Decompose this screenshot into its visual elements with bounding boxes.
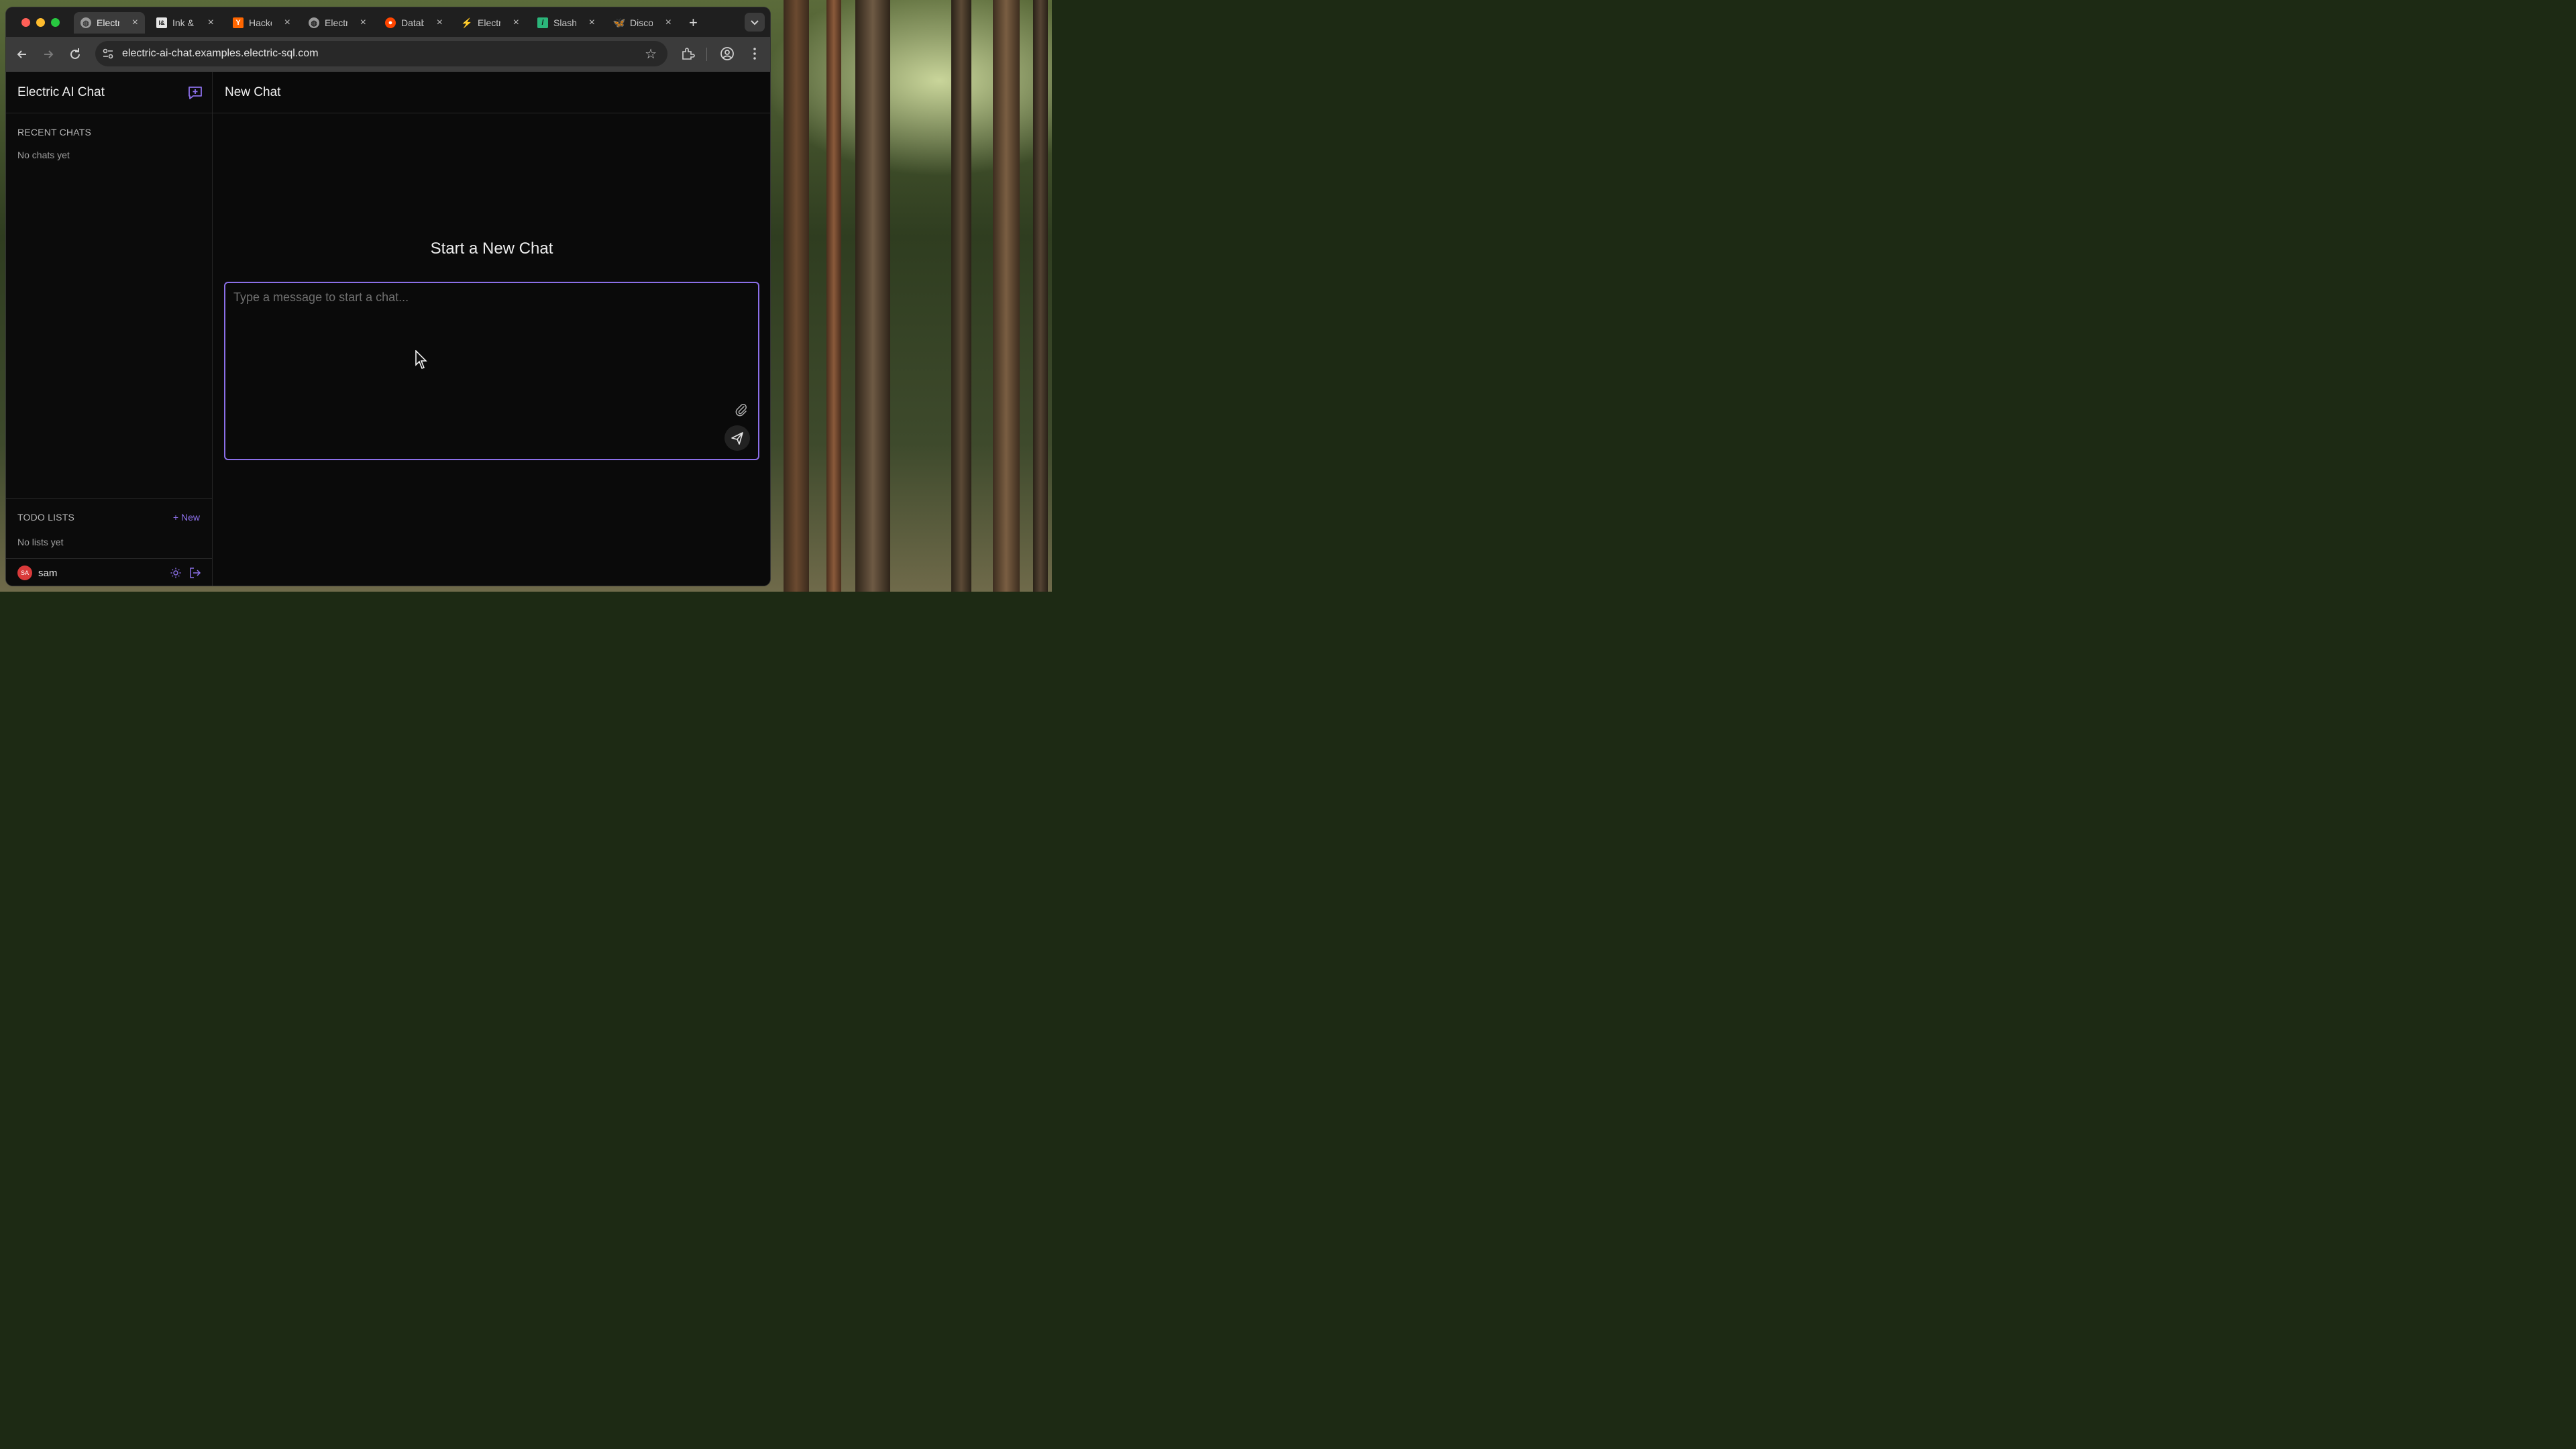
bluesky-icon: 🦋 [612,17,626,29]
close-tab-icon[interactable]: × [513,17,519,29]
reload-icon [70,48,80,59]
tab-title: Datab [401,17,424,28]
close-tab-icon[interactable]: × [208,17,214,29]
send-button[interactable] [724,425,750,451]
chat-app: Electric AI Chat RECENT CHATS No chats y… [6,72,770,586]
tab-title: Electr [478,17,500,28]
tab-bluesky-discover[interactable]: 🦋 Disco × [607,12,678,34]
profile-icon[interactable] [719,46,735,62]
browser-toolbar: electric-ai-chat.examples.electric-sql.c… [6,37,770,72]
close-tab-icon[interactable]: × [132,17,138,29]
ink-and-switch-icon: I& [156,17,167,28]
hacker-news-icon: Y [233,17,244,28]
user-name: sam [38,568,58,579]
mouse-cursor-icon [415,350,427,369]
avatar[interactable]: SA [17,566,32,580]
theme-toggle-icon[interactable] [170,567,182,579]
arrow-left-icon [17,50,26,58]
forward-button[interactable] [40,46,56,62]
tab-hacker-news[interactable]: Y Hacke × [226,12,297,34]
arrow-right-icon [44,50,54,58]
electric-icon: ⚡ [461,17,473,28]
bookmark-star-icon[interactable]: ☆ [645,46,657,62]
slash-icon: / [537,17,548,28]
tab-electric-ai-chat[interactable]: ◍ Electr × [74,12,145,34]
address-bar[interactable]: electric-ai-chat.examples.electric-sql.c… [95,41,667,66]
globe-icon: ◍ [80,17,91,28]
close-window-button[interactable] [21,18,30,27]
new-tab-button[interactable]: + [689,14,698,32]
send-icon [731,432,743,445]
close-tab-icon[interactable]: × [360,17,366,29]
chat-title: New Chat [225,85,281,99]
browser-window: ◍ Electr × I& Ink & × Y Hacke × ◍ Electr… [6,7,770,586]
site-settings-icon[interactable] [101,46,115,61]
tab-title: Disco [630,17,653,28]
new-chat-heading: Start a New Chat [430,239,553,258]
chevron-down-icon [751,20,759,25]
tab-reddit-database[interactable]: ● Datab × [378,12,449,34]
recent-chats-heading: RECENT CHATS [17,127,92,138]
message-plus-icon [189,87,202,99]
user-bar: SA sam [6,558,212,586]
sidebar-header: Electric AI Chat [6,72,212,113]
url-text[interactable]: electric-ai-chat.examples.electric-sql.c… [122,48,319,60]
back-button[interactable] [14,46,30,62]
globe-icon: ◍ [309,17,319,28]
close-tab-icon[interactable]: × [665,17,672,29]
todo-section: TODO LISTS + New No lists yet [6,498,212,559]
reload-button[interactable] [67,46,83,62]
reddit-icon: ● [385,17,396,28]
new-todo-list-button[interactable]: + New [173,512,200,523]
tab-title: Electr [325,17,347,28]
sidebar: Electric AI Chat RECENT CHATS No chats y… [6,72,213,586]
tab-title: Hacke [249,17,272,28]
close-tab-icon[interactable]: × [589,17,595,29]
tab-strip: ◍ Electr × I& Ink & × Y Hacke × ◍ Electr… [6,7,770,37]
new-chat-button[interactable] [187,85,203,101]
tab-title: Ink & [172,17,194,28]
toolbar-divider [706,48,707,61]
close-tab-icon[interactable]: × [284,17,290,29]
tab-electric-sql[interactable]: ⚡ Electr × [455,12,526,34]
tab-slash[interactable]: / Slash × [531,12,602,34]
message-composer [224,282,759,460]
attach-button[interactable] [734,402,749,417]
todo-lists-empty: No lists yet [17,537,64,547]
minimize-window-button[interactable] [36,18,45,27]
todo-lists-heading: TODO LISTS [17,512,74,523]
recent-chats-empty: No chats yet [17,150,70,160]
app-title: Electric AI Chat [17,85,105,99]
tab-title: Slash [553,17,576,28]
paperclip-icon [735,404,747,417]
chat-header: New Chat [213,72,770,113]
more-menu-icon[interactable] [747,46,763,62]
maximize-window-button[interactable] [51,18,60,27]
tab-electric[interactable]: ◍ Electr × [302,12,373,34]
message-input[interactable] [225,283,758,459]
extensions-icon[interactable] [680,46,696,62]
logout-icon[interactable] [189,567,201,579]
tab-title: Electr [97,17,119,28]
tab-search-button[interactable] [745,13,765,32]
close-tab-icon[interactable]: × [437,17,443,29]
tab-ink-and-switch[interactable]: I& Ink & × [150,12,221,34]
